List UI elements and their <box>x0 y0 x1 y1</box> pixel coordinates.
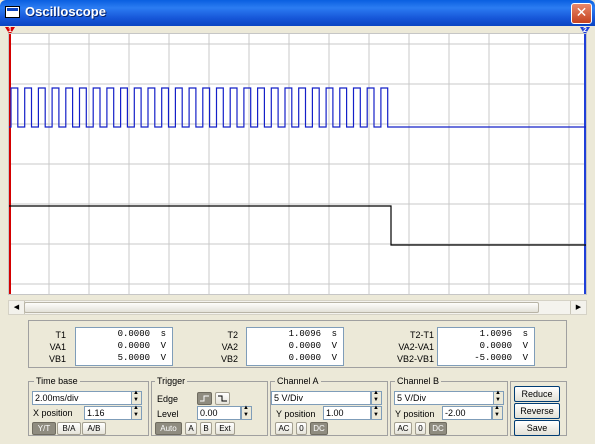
x-position-label: X position <box>33 408 73 418</box>
trigger-a-button[interactable]: A <box>185 422 197 435</box>
vb2-label: VB2 <box>220 354 238 364</box>
diff-va-unit: V <box>522 341 528 351</box>
t1-readout-box: 0.0000 s 0.0000 V 5.0000 V <box>75 327 173 366</box>
vb1-label: VB1 <box>48 354 66 364</box>
diff-time-unit: s <box>522 329 528 339</box>
channel-b-ypos-field[interactable]: -2.00 <box>442 406 492 420</box>
vb1-value: 5.0000 <box>117 353 150 363</box>
mode-ab-button[interactable]: A/B <box>82 422 106 435</box>
diff-vb-value: -5.0000 <box>474 353 512 363</box>
level-label: Level <box>157 409 179 419</box>
rising-edge-icon[interactable] <box>197 392 212 405</box>
diff-readout-box: 1.0096 s 0.0000 V -5.0000 V <box>437 327 535 366</box>
timebase-title: Time base <box>34 376 80 386</box>
close-button[interactable]: ✕ <box>571 3 592 24</box>
trigger-level-field[interactable]: 0.00 <box>197 406 241 420</box>
trigger-ext-button[interactable]: Ext <box>215 422 235 435</box>
channel-a-scale-field[interactable]: 5 V/Div <box>271 391 371 405</box>
channel-b-trace <box>9 205 586 246</box>
vb2-vb1-label: VB2-VB1 <box>396 354 434 364</box>
window-icon <box>5 6 20 18</box>
trigger-title: Trigger <box>155 376 188 386</box>
channel-b-scale-field[interactable]: 5 V/Div <box>394 391 494 405</box>
waveform-display <box>9 34 586 294</box>
va2-value: 0.0000 <box>288 341 321 351</box>
reduce-button[interactable]: Reduce <box>514 386 560 402</box>
channel-a-scale-spinner[interactable] <box>371 390 382 405</box>
trigger-auto-button[interactable]: Auto <box>155 422 182 435</box>
channel-a-ypos-label: Y position <box>276 409 316 419</box>
scroll-thumb[interactable] <box>24 302 539 313</box>
falling-edge-icon[interactable] <box>215 392 230 405</box>
va2-va1-label: VA2-VA1 <box>398 342 434 352</box>
channel-a-dc-button[interactable]: DC <box>310 422 328 435</box>
window-title-bar: Oscilloscope ✕ <box>0 0 595 26</box>
timebase-field[interactable]: 2.00ms/div <box>32 391 132 405</box>
channel-a-title: Channel A <box>275 376 321 386</box>
window-title: Oscilloscope <box>25 4 106 19</box>
channel-b-ypos-label: Y position <box>395 409 435 419</box>
vb1-unit: V <box>160 353 166 363</box>
channel-b-zero-button[interactable]: 0 <box>415 422 426 435</box>
t1-time-unit: s <box>160 329 166 339</box>
oscilloscope-screen[interactable] <box>8 33 587 295</box>
channel-a-ypos-spinner[interactable] <box>371 405 382 420</box>
t2-time-unit: s <box>331 329 337 339</box>
va1-label: VA1 <box>49 342 66 352</box>
grid <box>9 34 586 294</box>
trigger-level-spinner[interactable] <box>241 405 252 420</box>
channel-b-dc-button[interactable]: DC <box>429 422 447 435</box>
va2-label: VA2 <box>221 342 238 352</box>
channel-b-ac-button[interactable]: AC <box>394 422 412 435</box>
channel-a-ac-button[interactable]: AC <box>275 422 293 435</box>
mode-yt-button[interactable]: Y/T <box>32 422 56 435</box>
t2-readout-box: 1.0096 s 0.0000 V 0.0000 V <box>246 327 344 366</box>
t1-label: T1 <box>55 330 66 340</box>
diff-va-value: 0.0000 <box>479 341 512 351</box>
scroll-left-button[interactable]: ◀ <box>9 301 25 314</box>
scroll-right-button[interactable]: ▶ <box>570 301 586 314</box>
channel-a-ypos-field[interactable]: 1.00 <box>323 406 371 420</box>
t2-time-value: 1.0096 <box>288 329 321 339</box>
x-position-spinner[interactable] <box>131 405 142 420</box>
diff-vb-unit: V <box>522 353 528 363</box>
reverse-button[interactable]: Reverse <box>514 403 560 419</box>
horizontal-scrollbar[interactable]: ◀ ▶ <box>8 300 587 315</box>
va1-unit: V <box>160 341 166 351</box>
diff-time-value: 1.0096 <box>479 329 512 339</box>
channel-b-ypos-spinner[interactable] <box>492 405 503 420</box>
vb2-unit: V <box>331 353 337 363</box>
channel-b-title: Channel B <box>395 376 442 386</box>
save-button[interactable]: Save <box>514 420 560 436</box>
channel-b-scale-spinner[interactable] <box>493 390 504 405</box>
edge-label: Edge <box>157 394 179 404</box>
timebase-spinner[interactable] <box>131 390 142 405</box>
t1-time-value: 0.0000 <box>117 329 150 339</box>
va2-unit: V <box>331 341 337 351</box>
trigger-b-button[interactable]: B <box>200 422 212 435</box>
channel-a-trace <box>9 87 586 128</box>
t2-label: T2 <box>227 330 238 340</box>
va1-value: 0.0000 <box>117 341 150 351</box>
channel-a-zero-button[interactable]: 0 <box>296 422 307 435</box>
mode-ba-button[interactable]: B/A <box>57 422 81 435</box>
t2-t1-label: T2-T1 <box>409 330 434 340</box>
vb2-value: 0.0000 <box>288 353 321 363</box>
x-position-field[interactable]: 1.16 <box>84 406 132 420</box>
